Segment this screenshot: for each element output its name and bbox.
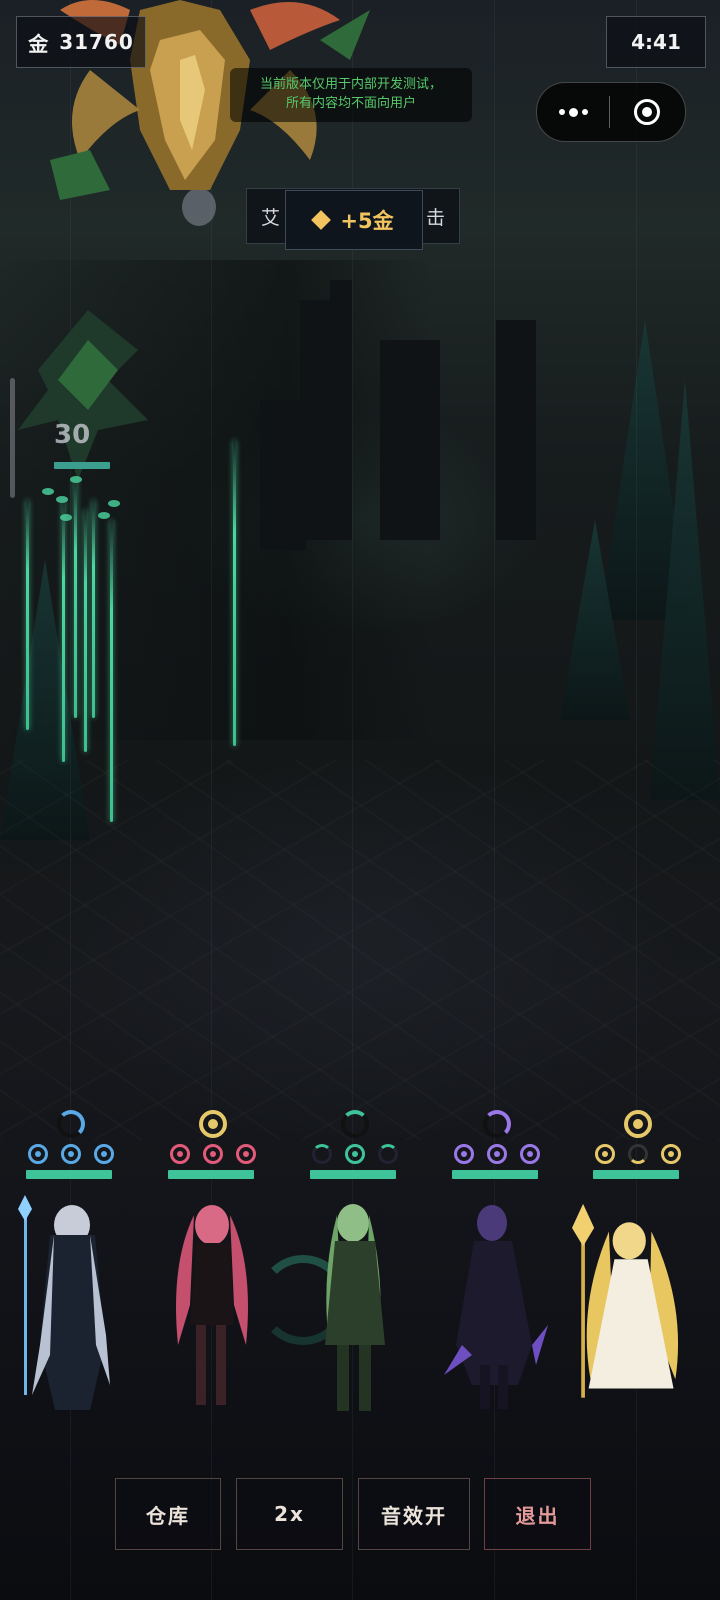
hero-hp-bar xyxy=(452,1170,538,1179)
speed-button[interactable]: 2x xyxy=(236,1478,343,1550)
green-beam xyxy=(110,520,113,822)
skill-pip-icon xyxy=(520,1144,540,1164)
gold-counter: 金 31760 xyxy=(16,16,146,68)
skill-pips xyxy=(28,1144,114,1164)
skill-pips xyxy=(312,1144,398,1164)
skill-pip-icon xyxy=(236,1144,256,1164)
hero-hp-bar xyxy=(26,1170,112,1179)
skill-charge-icon xyxy=(57,1110,85,1138)
leaf-particle xyxy=(42,488,54,495)
leaf-particle xyxy=(60,514,72,521)
sound-label: 音效开 xyxy=(381,1503,447,1528)
skill-pip-icon xyxy=(312,1144,332,1164)
warehouse-label: 仓库 xyxy=(146,1503,190,1528)
violet-sorceress-figure[interactable] xyxy=(432,1195,552,1425)
ice-mage-figure[interactable] xyxy=(10,1195,130,1425)
skill-pips xyxy=(170,1144,256,1164)
more-dots-icon xyxy=(568,107,578,117)
sound-toggle-button[interactable]: 音效开 xyxy=(358,1478,470,1550)
warehouse-button[interactable]: 仓库 xyxy=(115,1478,221,1550)
miniprogram-capsule xyxy=(536,82,686,142)
green-beam xyxy=(233,440,236,746)
leaf-particle xyxy=(70,476,82,483)
skill-pip-icon xyxy=(378,1144,398,1164)
crimson-warrior-figure[interactable] xyxy=(150,1195,270,1425)
ruin-tower xyxy=(330,280,352,540)
hero-hp-bar xyxy=(310,1170,396,1179)
green-beam xyxy=(26,500,29,730)
ruin-tower xyxy=(380,340,440,540)
gold-reward-toast: +5金 xyxy=(285,190,423,250)
toast-back-right: 击 xyxy=(425,206,445,229)
skill-pip-icon xyxy=(28,1144,48,1164)
battle-timer: 4:41 xyxy=(606,16,706,68)
gold-diamond-icon xyxy=(311,210,332,230)
cracked-ground xyxy=(0,760,720,1140)
skill-charge-icon xyxy=(483,1110,511,1138)
timer-value: 4:41 xyxy=(631,30,681,54)
radiant-priestess-figure[interactable] xyxy=(572,1195,692,1425)
leaf-particle xyxy=(108,500,120,507)
hero-hp-bar xyxy=(593,1170,679,1179)
gold-label: 金 xyxy=(28,31,50,56)
exit-label: 退出 xyxy=(515,1503,560,1528)
leaf-particle xyxy=(98,512,110,519)
ruin-tower xyxy=(260,400,306,550)
more-dots-icon xyxy=(558,109,565,115)
toast-back-left: 艾 xyxy=(261,206,281,229)
skill-pip-icon xyxy=(61,1144,81,1164)
skill-charge-icon xyxy=(341,1110,369,1138)
skill-charge-icon xyxy=(624,1110,652,1138)
dev-notice-line2: 所有内容均不面向用户 xyxy=(285,96,416,111)
green-beam xyxy=(74,480,77,718)
hero-hp-bar xyxy=(168,1170,254,1179)
gold-reward-text: +5金 xyxy=(340,209,394,233)
enemy-hp-text: 30 xyxy=(54,420,91,450)
skill-pip-icon xyxy=(345,1144,365,1164)
skill-pip-icon xyxy=(487,1144,507,1164)
enemy-hp-bar xyxy=(54,462,110,469)
skill-pip-icon xyxy=(595,1144,615,1164)
green-beam xyxy=(92,500,95,718)
side-scrollbar[interactable] xyxy=(10,378,15,498)
dev-notice: 当前版本仅用于内部开发测试， 所有内容均不面向用户 xyxy=(230,68,472,122)
speed-label: 2x xyxy=(274,1502,305,1526)
more-dots-icon xyxy=(581,109,588,115)
skill-pip-icon xyxy=(661,1144,681,1164)
target-close-icon xyxy=(634,99,660,125)
more-menu-button[interactable] xyxy=(537,83,609,141)
skill-pips xyxy=(595,1144,681,1164)
leaf-particle xyxy=(56,496,68,503)
skill-pip-icon xyxy=(454,1144,474,1164)
enemy-plant-creature[interactable] xyxy=(18,290,158,490)
skill-pip-icon xyxy=(170,1144,190,1164)
skill-pip-icon xyxy=(203,1144,223,1164)
skill-pips xyxy=(454,1144,540,1164)
close-miniprogram-button[interactable] xyxy=(610,83,684,141)
skill-charge-icon xyxy=(199,1110,227,1138)
green-beam xyxy=(84,510,87,752)
skill-pip-icon xyxy=(94,1144,114,1164)
ruin-tower xyxy=(496,320,536,540)
exit-button[interactable]: 退出 xyxy=(484,1478,591,1550)
verdant-ranger-figure[interactable] xyxy=(295,1195,415,1425)
skill-pip-icon xyxy=(628,1144,648,1164)
dev-notice-line1: 当前版本仅用于内部开发测试， xyxy=(259,77,442,92)
green-beam xyxy=(62,500,65,762)
gold-value: 31760 xyxy=(59,30,134,54)
